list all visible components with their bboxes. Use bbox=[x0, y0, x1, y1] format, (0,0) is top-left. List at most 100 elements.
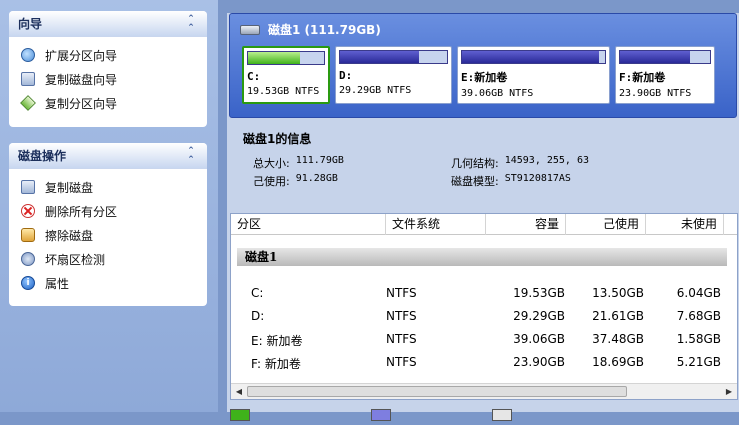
cell-free: 7.68GB bbox=[676, 309, 721, 323]
cell-filesystem: NTFS bbox=[386, 309, 417, 323]
scroll-left-icon[interactable]: ◀ bbox=[232, 385, 246, 399]
usage-bar bbox=[339, 50, 448, 64]
cell-used: 18.69GB bbox=[592, 355, 644, 369]
delete-icon bbox=[21, 204, 35, 218]
table-row[interactable]: E: 新加卷 NTFS 39.06GB 37.48GB 1.58GB bbox=[231, 328, 731, 351]
task-copy-partition-wizard[interactable]: 复制分区向导 bbox=[9, 91, 207, 115]
cell-free: 6.04GB bbox=[676, 286, 721, 300]
cell-capacity: 39.06GB bbox=[513, 332, 565, 346]
legend-swatch bbox=[230, 409, 250, 421]
task-extend-partition-wizard[interactable]: 扩展分区向导 bbox=[9, 43, 207, 67]
hard-disk-icon bbox=[240, 24, 260, 35]
copy-partition-icon bbox=[20, 95, 36, 111]
scroll-right-icon[interactable]: ▶ bbox=[722, 385, 736, 399]
usage-bar bbox=[247, 51, 325, 65]
legend-item-logical bbox=[371, 409, 397, 421]
cell-used: 37.48GB bbox=[592, 332, 644, 346]
info-used: 己使用: 91.28GB bbox=[253, 173, 338, 188]
partition-legend bbox=[227, 405, 739, 425]
cell-capacity: 23.90GB bbox=[513, 355, 565, 369]
partition-blocks: C: 19.53GB NTFS D: 29.29GB NTFS E:新加卷 39… bbox=[242, 46, 715, 104]
cell-used: 21.61GB bbox=[592, 309, 644, 323]
cell-filesystem: NTFS bbox=[386, 355, 417, 369]
partition-name: D: bbox=[339, 69, 353, 82]
partition-block-f[interactable]: F:新加卷 23.90GB NTFS bbox=[615, 46, 715, 104]
cell-filesystem: NTFS bbox=[386, 286, 417, 300]
cell-capacity: 29.29GB bbox=[513, 309, 565, 323]
task-label: 复制磁盘 bbox=[45, 180, 94, 195]
usage-bar bbox=[619, 50, 711, 64]
column-header-filesystem[interactable]: 文件系统 bbox=[386, 214, 486, 235]
cell-partition: E: 新加卷 bbox=[251, 334, 303, 348]
legend-swatch bbox=[371, 409, 391, 421]
partition-name: E:新加卷 bbox=[461, 71, 508, 84]
partition-size: 39.06GB NTFS bbox=[461, 88, 534, 99]
task-properties[interactable]: i 属性 bbox=[9, 271, 207, 295]
task-bad-sector-check[interactable]: 坏扇区检测 bbox=[9, 247, 207, 271]
disk-title: 磁盘1 (111.79GB) bbox=[240, 21, 381, 38]
table-header: 分区 文件系统 容量 己使用 未使用 bbox=[231, 214, 737, 235]
column-header-free[interactable]: 未使用 bbox=[646, 214, 724, 235]
expand-partition-icon bbox=[21, 48, 35, 62]
legend-item-unallocated bbox=[492, 409, 518, 421]
task-delete-all-partitions[interactable]: 删除所有分区 bbox=[9, 199, 207, 223]
disk-info-panel: 磁盘1的信息 总大小: 111.79GB 己使用: 91.28GB 几何结构: 145… bbox=[229, 122, 737, 210]
partition-block-c[interactable]: C: 19.53GB NTFS bbox=[242, 46, 330, 104]
main-area: 磁盘1 (111.79GB) C: 19.53GB NTFS D: 29.29G… bbox=[227, 13, 739, 421]
table-row[interactable]: C: NTFS 19.53GB 13.50GB 6.04GB bbox=[231, 282, 731, 305]
column-header-capacity[interactable]: 容量 bbox=[486, 214, 566, 235]
task-copy-disk-wizard[interactable]: 复制磁盘向导 bbox=[9, 67, 207, 91]
partition-size: 23.90GB NTFS bbox=[619, 88, 692, 99]
usage-fill bbox=[340, 51, 420, 63]
task-label: 属性 bbox=[45, 276, 70, 291]
copy-disk-icon bbox=[21, 72, 35, 86]
scrollbar-thumb[interactable] bbox=[247, 386, 627, 397]
collapse-chevron-icon[interactable]: ⌃ ⌃ bbox=[184, 146, 198, 164]
usage-fill bbox=[462, 51, 600, 63]
usage-bar bbox=[461, 50, 606, 64]
info-geometry: 几何结构: 14593, 255, 63 bbox=[451, 155, 590, 170]
copy-disk-icon bbox=[21, 180, 35, 194]
disk-operations-panel-header[interactable]: 磁盘操作 ⌃ ⌃ bbox=[9, 143, 207, 168]
partition-size: 29.29GB NTFS bbox=[339, 85, 412, 96]
partition-size: 19.53GB NTFS bbox=[247, 86, 320, 97]
usage-fill bbox=[620, 51, 691, 63]
column-header-used[interactable]: 己使用 bbox=[566, 214, 646, 235]
task-label: 扩展分区向导 bbox=[45, 48, 118, 63]
task-label: 坏扇区检测 bbox=[45, 252, 106, 267]
cell-used: 13.50GB bbox=[592, 286, 644, 300]
task-label: 删除所有分区 bbox=[45, 204, 118, 219]
task-label: 复制分区向导 bbox=[45, 96, 118, 111]
table-row[interactable]: F: 新加卷 NTFS 23.90GB 18.69GB 5.21GB bbox=[231, 351, 731, 374]
collapse-chevron-icon[interactable]: ⌃ ⌃ bbox=[184, 14, 198, 32]
cell-filesystem: NTFS bbox=[386, 332, 417, 346]
task-label: 擦除磁盘 bbox=[45, 228, 94, 243]
legend-swatch bbox=[492, 409, 512, 421]
task-sidebar: 向导 ⌃ ⌃ 扩展分区向导 复制磁盘向导 复制分区向导 磁盘操作 ⌃ ⌃ 复制磁… bbox=[0, 0, 218, 412]
task-label: 复制磁盘向导 bbox=[45, 72, 118, 87]
task-wipe-disk[interactable]: 擦除磁盘 bbox=[9, 223, 207, 247]
disk-operations-panel: 磁盘操作 ⌃ ⌃ 复制磁盘 删除所有分区 擦除磁盘 坏扇区检测 i 属性 bbox=[9, 143, 207, 306]
disk-map[interactable]: 磁盘1 (111.79GB) C: 19.53GB NTFS D: 29.29G… bbox=[229, 13, 737, 118]
partition-block-e[interactable]: E:新加卷 39.06GB NTFS bbox=[457, 46, 610, 104]
horizontal-scrollbar[interactable]: ◀ ▶ bbox=[231, 383, 737, 399]
bad-sector-icon bbox=[21, 252, 35, 266]
column-header-partition[interactable]: 分区 bbox=[231, 214, 386, 235]
wipe-disk-icon bbox=[21, 228, 35, 242]
task-copy-disk[interactable]: 复制磁盘 bbox=[9, 175, 207, 199]
cell-free: 1.58GB bbox=[676, 332, 721, 346]
cell-free: 5.21GB bbox=[676, 355, 721, 369]
table-row[interactable]: D: NTFS 29.29GB 21.61GB 7.68GB bbox=[231, 305, 731, 328]
info-total-size: 总大小: 111.79GB bbox=[253, 155, 344, 170]
disk-group-row[interactable]: 磁盘1 bbox=[237, 248, 727, 266]
cell-partition: C: bbox=[251, 286, 264, 300]
partition-name: C: bbox=[247, 70, 261, 83]
cell-partition: D: bbox=[251, 309, 265, 323]
wizards-panel: 向导 ⌃ ⌃ 扩展分区向导 复制磁盘向导 复制分区向导 bbox=[9, 11, 207, 127]
info-disk-model: 磁盘模型: ST9120817AS bbox=[451, 173, 571, 188]
usage-fill bbox=[248, 52, 301, 64]
cell-partition: F: 新加卷 bbox=[251, 357, 301, 371]
partition-block-d[interactable]: D: 29.29GB NTFS bbox=[335, 46, 452, 104]
wizards-panel-header[interactable]: 向导 ⌃ ⌃ bbox=[9, 11, 207, 36]
disk-operations-panel-title: 磁盘操作 bbox=[18, 149, 67, 163]
